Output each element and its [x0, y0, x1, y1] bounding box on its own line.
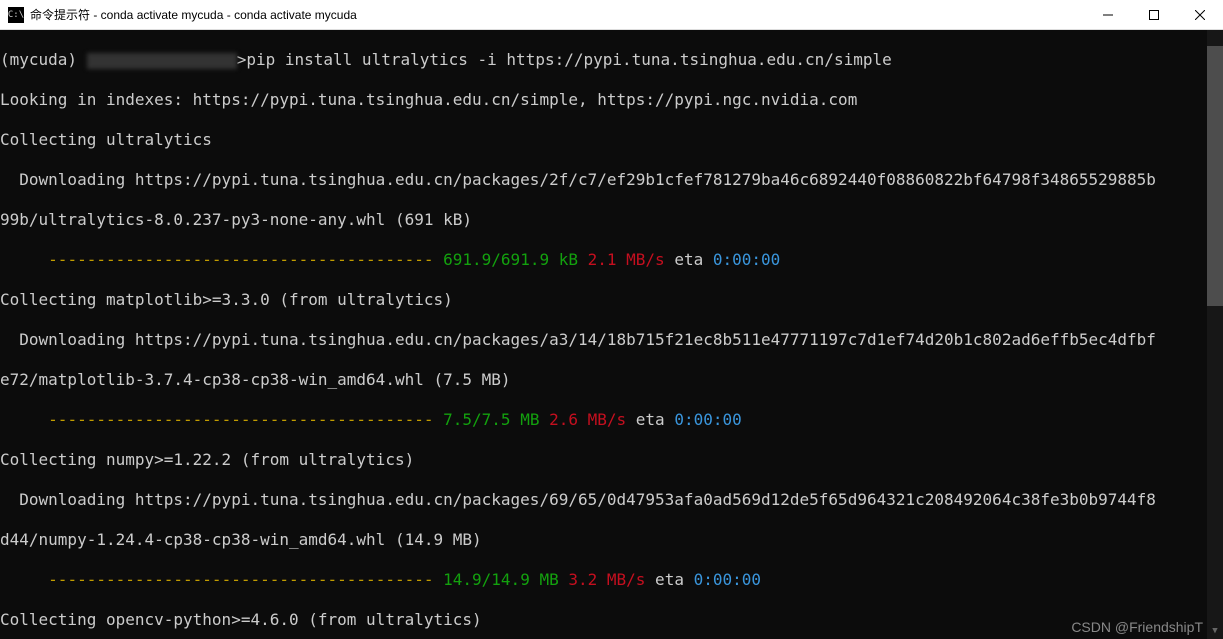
output-line: Downloading https://pypi.tuna.tsinghua.e…: [0, 170, 1223, 190]
progress-line: ----------------------------------------…: [0, 570, 1223, 590]
output-line: Collecting numpy>=1.22.2 (from ultralyti…: [0, 450, 1223, 470]
prompt-command: >pip install ultralytics -i https://pypi…: [237, 50, 892, 69]
progress-line: ----------------------------------------…: [0, 250, 1223, 270]
window-controls: [1085, 0, 1223, 30]
scroll-thumb[interactable]: [1207, 46, 1223, 306]
vertical-scrollbar[interactable]: ▲ ▼: [1207, 30, 1223, 639]
maximize-button[interactable]: [1131, 0, 1177, 30]
output-line: Collecting opencv-python>=4.6.0 (from ul…: [0, 610, 1223, 630]
output-line: 99b/ultralytics-8.0.237-py3-none-any.whl…: [0, 210, 1223, 230]
watermark: CSDN @FriendshipT: [1071, 617, 1203, 637]
close-button[interactable]: [1177, 0, 1223, 30]
output-line: Collecting matplotlib>=3.3.0 (from ultra…: [0, 290, 1223, 310]
blurred-path: [87, 53, 237, 69]
output-line: e72/matplotlib-3.7.4-cp38-cp38-win_amd64…: [0, 370, 1223, 390]
progress-line: ----------------------------------------…: [0, 410, 1223, 430]
output-line: Downloading https://pypi.tuna.tsinghua.e…: [0, 330, 1223, 350]
prompt-env: (mycuda): [0, 50, 87, 69]
output-line: Collecting ultralytics: [0, 130, 1223, 150]
cmd-icon: C:\: [8, 7, 24, 23]
scroll-down-arrow[interactable]: ▼: [1207, 623, 1223, 639]
output-line: Downloading https://pypi.tuna.tsinghua.e…: [0, 490, 1223, 510]
window-titlebar: C:\ 命令提示符 - conda activate mycuda - cond…: [0, 0, 1223, 30]
minimize-button[interactable]: [1085, 0, 1131, 30]
terminal-output[interactable]: (mycuda) >pip install ultralytics -i htt…: [0, 30, 1223, 639]
output-line: Looking in indexes: https://pypi.tuna.ts…: [0, 90, 1223, 110]
window-title: 命令提示符 - conda activate mycuda - conda ac…: [30, 6, 1085, 23]
output-line: d44/numpy-1.24.4-cp38-cp38-win_amd64.whl…: [0, 530, 1223, 550]
